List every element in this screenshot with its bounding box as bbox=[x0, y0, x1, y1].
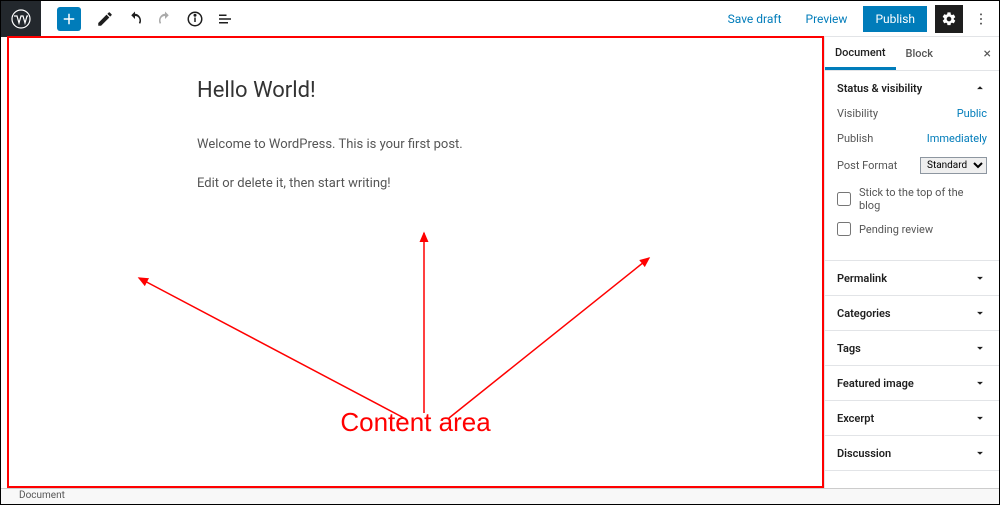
stick-checkbox[interactable] bbox=[837, 192, 851, 206]
pending-row[interactable]: Pending review bbox=[837, 222, 987, 236]
status-bar: Document bbox=[1, 488, 999, 504]
settings-button[interactable] bbox=[935, 5, 963, 33]
status-visibility-panel: Status & visibility Visibility Public Pu… bbox=[825, 71, 999, 261]
breadcrumb[interactable]: Document bbox=[19, 490, 65, 501]
panel-title: Featured image bbox=[837, 377, 914, 390]
panel-title: Categories bbox=[837, 307, 891, 320]
chevron-down-icon bbox=[973, 446, 987, 460]
stick-row[interactable]: Stick to the top of the blog bbox=[837, 186, 987, 212]
wordpress-icon bbox=[11, 9, 31, 29]
settings-sidebar: Document Block × Status & visibility Vis… bbox=[824, 37, 999, 488]
more-options-button[interactable] bbox=[971, 5, 991, 33]
sidebar-tabs: Document Block × bbox=[825, 37, 999, 71]
redo-icon bbox=[156, 10, 174, 28]
post-format-select[interactable]: Standard bbox=[920, 157, 987, 174]
panel-title: Permalink bbox=[837, 272, 887, 285]
add-block-button[interactable] bbox=[57, 7, 81, 31]
outline-icon bbox=[216, 10, 234, 28]
save-draft-button[interactable]: Save draft bbox=[720, 8, 790, 30]
annotation-label: Content area bbox=[340, 407, 490, 438]
tab-document[interactable]: Document bbox=[825, 37, 896, 70]
undo-button[interactable] bbox=[121, 5, 149, 33]
post-paragraph[interactable]: Welcome to WordPress. This is your first… bbox=[197, 137, 822, 152]
categories-panel[interactable]: Categories bbox=[825, 296, 999, 331]
publish-button[interactable]: Publish bbox=[863, 6, 927, 32]
tab-block[interactable]: Block bbox=[896, 37, 943, 70]
info-icon bbox=[186, 10, 204, 28]
publish-value[interactable]: Immediately bbox=[927, 132, 987, 145]
chevron-down-icon bbox=[973, 306, 987, 320]
visibility-label: Visibility bbox=[837, 107, 878, 120]
edit-mode-button[interactable] bbox=[91, 5, 119, 33]
undo-icon bbox=[126, 10, 144, 28]
permalink-panel[interactable]: Permalink bbox=[825, 261, 999, 296]
featured-image-panel[interactable]: Featured image bbox=[825, 366, 999, 401]
wordpress-logo[interactable] bbox=[1, 1, 41, 37]
stick-label: Stick to the top of the blog bbox=[859, 186, 987, 212]
close-sidebar-button[interactable]: × bbox=[984, 46, 991, 62]
panel-title: Discussion bbox=[837, 447, 891, 460]
tags-panel[interactable]: Tags bbox=[825, 331, 999, 366]
panel-title: Excerpt bbox=[837, 412, 874, 425]
outline-button[interactable] bbox=[211, 5, 239, 33]
publish-label: Publish bbox=[837, 132, 873, 145]
chevron-down-icon bbox=[973, 376, 987, 390]
content-area[interactable]: Hello World! Welcome to WordPress. This … bbox=[7, 36, 824, 488]
topbar-actions: Save draft Preview Publish bbox=[720, 5, 999, 33]
toolbar-tools bbox=[41, 5, 247, 33]
gear-icon bbox=[941, 11, 957, 27]
panel-title: Tags bbox=[837, 342, 861, 355]
editor-topbar: Save draft Preview Publish bbox=[1, 1, 999, 37]
pending-checkbox[interactable] bbox=[837, 222, 851, 236]
visibility-value[interactable]: Public bbox=[957, 107, 987, 120]
kebab-icon bbox=[973, 11, 989, 27]
chevron-down-icon bbox=[973, 341, 987, 355]
redo-button[interactable] bbox=[151, 5, 179, 33]
pending-label: Pending review bbox=[859, 223, 933, 236]
post-format-label: Post Format bbox=[837, 159, 897, 172]
preview-button[interactable]: Preview bbox=[798, 8, 856, 30]
excerpt-panel[interactable]: Excerpt bbox=[825, 401, 999, 436]
chevron-down-icon bbox=[973, 271, 987, 285]
plus-icon bbox=[60, 10, 78, 28]
chevron-up-icon[interactable] bbox=[973, 81, 987, 95]
panel-title: Status & visibility bbox=[837, 82, 922, 95]
discussion-panel[interactable]: Discussion bbox=[825, 436, 999, 471]
post-paragraph[interactable]: Edit or delete it, then start writing! bbox=[197, 176, 822, 191]
chevron-down-icon bbox=[973, 411, 987, 425]
pencil-icon bbox=[96, 10, 114, 28]
post-title[interactable]: Hello World! bbox=[197, 78, 822, 103]
info-button[interactable] bbox=[181, 5, 209, 33]
